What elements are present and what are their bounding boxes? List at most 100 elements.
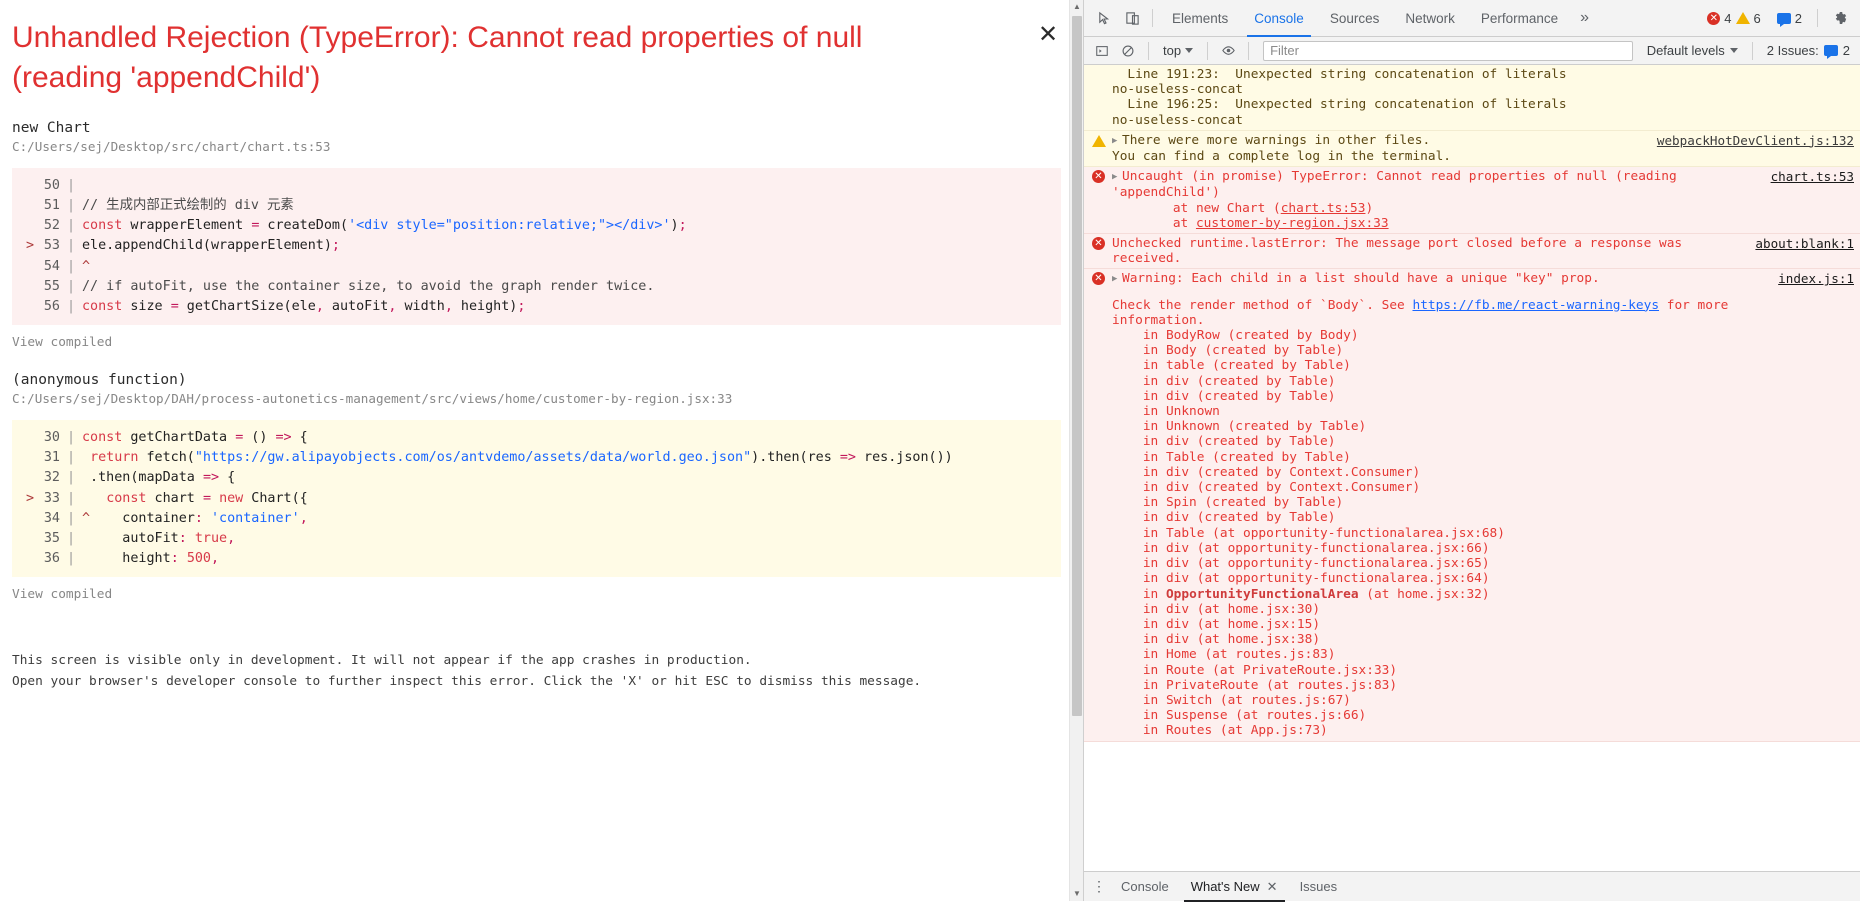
code-token: ele.appendChild(wrapperElement) — [82, 238, 332, 254]
execution-context-select[interactable]: top — [1157, 41, 1199, 60]
error-warning-counts[interactable]: ✕ 4 6 — [1700, 9, 1767, 28]
view-compiled-link[interactable]: View compiled — [12, 587, 112, 602]
console-toolbar-divider — [1148, 41, 1149, 60]
code-line: >53 | ele.appendChild(wrapperElement); — [12, 236, 1061, 256]
issues-label: 2 Issues: — [1766, 43, 1819, 58]
component-stack-line: in OpportunityFunctionalArea (at home.js… — [1112, 586, 1490, 602]
code-line-bar: | — [66, 450, 76, 466]
code-line-number: 33 — [43, 490, 60, 506]
message-source-link[interactable]: index.js:1 — [1778, 271, 1854, 286]
clear-console-icon[interactable] — [1116, 39, 1140, 63]
component-stack-line: in div (created by Table) — [1112, 434, 1336, 450]
console-message[interactable]: webpackHotDevClient.js:132 ▶ There were mo… — [1084, 130, 1860, 168]
code-line-bar: | — [66, 197, 76, 213]
console-toolbar-divider-2 — [1207, 41, 1209, 60]
code-line-number: 31 — [43, 450, 60, 466]
stack-frame-function: new Chart — [12, 119, 91, 136]
inspect-element-icon[interactable] — [1090, 4, 1118, 32]
expand-arrow-icon[interactable]: ▶ — [1112, 134, 1122, 149]
expand-arrow-icon[interactable]: ▶ — [1112, 272, 1122, 287]
log-levels-select[interactable]: Default levels — [1641, 41, 1744, 60]
code-line-bar: | — [66, 531, 76, 547]
devtools-drawer: ⋮ Console What's New ✕ Issues — [1084, 871, 1860, 902]
code-token: ; — [678, 218, 687, 234]
component-stack-line: in Body (created by Table) — [1112, 343, 1344, 359]
stack-trace-link[interactable]: customer-by-region.jsx:33 — [1196, 216, 1389, 231]
tab-sources[interactable]: Sources — [1317, 0, 1393, 37]
code-token: new — [219, 490, 244, 506]
close-overlay-button[interactable]: ✕ — [1035, 22, 1061, 48]
footnote-development: This screen is visible only in developme… — [12, 653, 752, 669]
close-icon[interactable]: ✕ — [1267, 872, 1278, 902]
component-stack-line: in div (at home.jsx:30) — [1112, 601, 1321, 617]
code-line-number: 36 — [43, 551, 60, 567]
component-stack-line: in Home (at routes.js:83) — [1112, 647, 1336, 663]
gear-icon[interactable] — [1826, 4, 1854, 32]
code-line-bar: | — [66, 490, 76, 506]
view-compiled-link[interactable]: View compiled — [12, 335, 112, 350]
console-message-list[interactable]: Line 191:23: Unexpected string concatena… — [1084, 65, 1860, 871]
tab-elements[interactable]: Elements — [1159, 0, 1241, 37]
log-levels-label: Default levels — [1646, 43, 1725, 58]
code-token: chart — [146, 490, 203, 506]
drawer-tab-label: What's New — [1190, 878, 1260, 894]
stack-frame-function: (anonymous function) — [12, 372, 187, 389]
code-token: getChartData — [122, 430, 236, 446]
code-token: return — [90, 450, 139, 466]
warning-count: 6 — [1753, 10, 1761, 26]
message-line: ▶ Uncaught (in promise) TypeError: Cannot… — [1112, 169, 1677, 185]
warning-icon — [1735, 12, 1750, 24]
drawer-tab-what-s-new[interactable]: What's New ✕ — [1180, 872, 1289, 902]
message-source-link[interactable]: webpackHotDevClient.js:132 — [1657, 133, 1854, 148]
issues-button[interactable]: 2 Issues: 2 — [1761, 41, 1856, 60]
scroll-up-arrow[interactable]: ▲ — [1070, 0, 1083, 14]
device-toolbar-icon[interactable] — [1118, 4, 1146, 32]
issues-count: 2 — [1842, 43, 1850, 58]
console-message[interactable]: Line 191:23: Unexpected string concatena… — [1084, 65, 1860, 131]
code-line: 55 | // if autoFit, use the container size… — [12, 277, 1061, 297]
code-line: 54 | ^ — [12, 257, 1061, 277]
message-line: 'appendChild') — [1112, 185, 1220, 201]
expand-arrow-icon[interactable]: ▶ — [1112, 170, 1122, 185]
code-line-bar: | — [66, 238, 76, 254]
drawer-tab-console[interactable]: Console — [1110, 872, 1180, 902]
message-line: Unchecked runtime.lastError: The message… — [1112, 236, 1683, 252]
component-stack-line: in table (created by Table) — [1112, 358, 1351, 374]
stack-trace-link[interactable]: chart.ts:53 — [1281, 201, 1366, 216]
execute-sidebar-icon[interactable] — [1090, 39, 1114, 63]
message-source-link[interactable]: about:blank:1 — [1755, 236, 1854, 251]
code-line: 50 | — [12, 176, 1061, 196]
stack-frame-list: new Chart C:/Users/sej/Desktop/src/chart/… — [12, 120, 1061, 625]
code-line-bar: | — [66, 298, 76, 314]
code-line-bar: | — [66, 278, 76, 294]
overlay-scrollbar[interactable]: ▲ ▼ — [1069, 0, 1083, 901]
code-token: ^ — [82, 510, 91, 526]
console-filter-input[interactable] — [1263, 40, 1633, 61]
message-count-pill[interactable]: 2 — [1770, 9, 1809, 28]
more-options-icon[interactable]: ⋮ — [1088, 875, 1110, 899]
message-source-link[interactable]: chart.ts:53 — [1771, 169, 1854, 184]
console-message[interactable]: ✕ index.js:1 ▶ Warning: Each child in a lis… — [1084, 269, 1860, 742]
live-expression-icon[interactable] — [1216, 39, 1240, 63]
devtools-toolbar: Elements Console Sources Network Performance… — [1084, 0, 1860, 37]
drawer-tab-issues[interactable]: Issues — [1289, 872, 1349, 902]
code-token: createDom( — [259, 218, 349, 234]
console-message[interactable]: ✕ about:blank:1 Unchecked runtime.lastErro… — [1084, 234, 1860, 270]
stack-frame-location: C:/Users/sej/Desktop/src/chart/chart.ts:… — [12, 138, 331, 154]
tab-network[interactable]: Network — [1392, 0, 1468, 37]
console-message[interactable]: ✕ chart.ts:53 ▶ Uncaught (in promise) TypeE… — [1084, 167, 1860, 235]
tab-performance[interactable]: Performance — [1468, 0, 1571, 37]
react-warning-docs-link[interactable]: https://fb.me/react-warning-keys — [1412, 298, 1659, 313]
scroll-down-arrow[interactable]: ▼ — [1070, 887, 1083, 901]
scrollbar-thumb[interactable] — [1072, 16, 1082, 716]
more-tabs-icon[interactable]: » — [1571, 9, 1598, 27]
code-line-number: 56 — [43, 298, 60, 314]
code-token: container — [90, 510, 195, 526]
code-token: ; — [517, 298, 526, 314]
tab-console[interactable]: Console — [1241, 0, 1317, 37]
code-token: : — [170, 551, 179, 567]
drawer-tab-label: Console — [1121, 878, 1169, 894]
code-token: autoFit — [82, 531, 179, 547]
